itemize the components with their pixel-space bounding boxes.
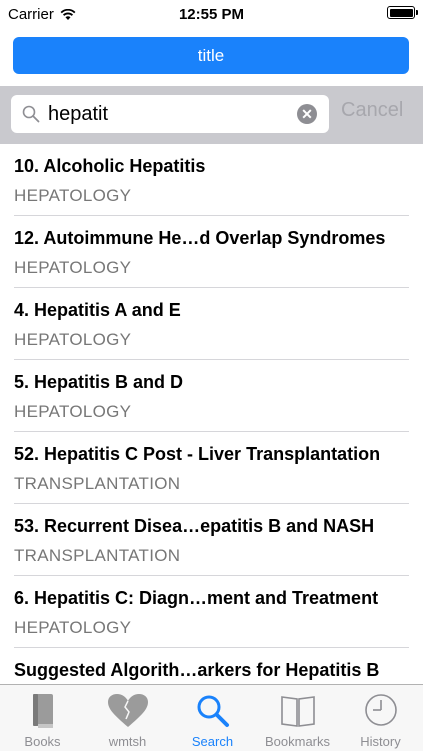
search-input[interactable]: hepatit ✕ (11, 95, 329, 133)
list-item[interactable]: 53. Recurrent Disea…epatitis B and NASH … (0, 504, 423, 576)
list-item-title: 53. Recurrent Disea…epatitis B and NASH (14, 516, 375, 536)
list-item[interactable]: 6. Hepatitis C: Diagn…ment and Treatment… (0, 576, 423, 648)
status-bar: Carrier 12:55 PM (0, 0, 423, 30)
list-item[interactable]: 5. Hepatitis B and D HEPATOLOGY (0, 360, 423, 432)
list-item-title: 4. Hepatitis A and E (14, 300, 181, 320)
bookmark-icon (280, 696, 315, 727)
status-time: 12:55 PM (178, 6, 245, 23)
tab-search[interactable]: Search (170, 685, 255, 751)
list-item-section: TRANSPLANTATION (14, 474, 181, 493)
search-icon (22, 105, 40, 123)
list-item-title: 5. Hepatitis B and D (14, 372, 184, 392)
tab-bar: Books wmtsh Search Bookmarks History (0, 684, 423, 751)
list-item-section: HEPATOLOGY (14, 258, 132, 277)
list-item-section: HEPATOLOGY (14, 330, 132, 349)
tab-history[interactable]: History (338, 685, 423, 751)
tab-label: Bookmarks (264, 734, 331, 749)
list-item-title: 12. Autoimmune He…d Overlap Syndromes (14, 228, 386, 248)
tab-wmtsh[interactable]: wmtsh (85, 685, 170, 751)
search-query: hepatit (48, 103, 109, 125)
tab-label: History (360, 734, 401, 749)
results-list: 10. Alcoholic Hepatitis HEPATOLOGY 12. A… (0, 144, 423, 684)
list-item-title: 52. Hepatitis C Post - Liver Transplanta… (14, 444, 381, 464)
list-item-section: HEPATOLOGY (14, 402, 132, 421)
battery-icon (387, 6, 418, 19)
list-item-section: TRANSPLANTATION (14, 546, 181, 565)
list-item[interactable]: 4. Hepatitis A and E HEPATOLOGY (0, 288, 423, 360)
tab-books[interactable]: Books (0, 685, 85, 751)
search-bar: hepatit ✕ Cancel (0, 86, 423, 144)
list-item-title: 10. Alcoholic Hepatitis (14, 156, 206, 176)
list-item[interactable]: 10. Alcoholic Hepatitis HEPATOLOGY (0, 144, 423, 216)
heart-icon (107, 694, 148, 727)
list-item[interactable]: 12. Autoimmune He…d Overlap Syndromes HE… (0, 216, 423, 288)
tab-label: wmtsh (108, 734, 147, 749)
title-button[interactable]: title (13, 37, 409, 74)
list-item-section: HEPATOLOGY (14, 186, 132, 205)
book-icon (32, 694, 53, 728)
status-right (387, 6, 418, 19)
cancel-button[interactable]: Cancel (341, 99, 403, 122)
list-item[interactable]: 52. Hepatitis C Post - Liver Transplanta… (0, 432, 423, 504)
list-item-section: HEPATOLOGY (14, 618, 132, 637)
list-item[interactable]: Suggested Algorith…arkers for Hepatitis … (0, 648, 423, 684)
clock-icon (364, 694, 397, 726)
search-icon (197, 695, 229, 727)
list-item-title: 6. Hepatitis C: Diagn…ment and Treatment (14, 588, 379, 608)
clear-icon[interactable]: ✕ (297, 104, 317, 124)
tab-label: Books (24, 734, 61, 749)
tab-label: Search (191, 734, 234, 749)
tab-bookmarks[interactable]: Bookmarks (255, 685, 340, 751)
list-item-title: Suggested Algorith…arkers for Hepatitis … (14, 660, 380, 680)
